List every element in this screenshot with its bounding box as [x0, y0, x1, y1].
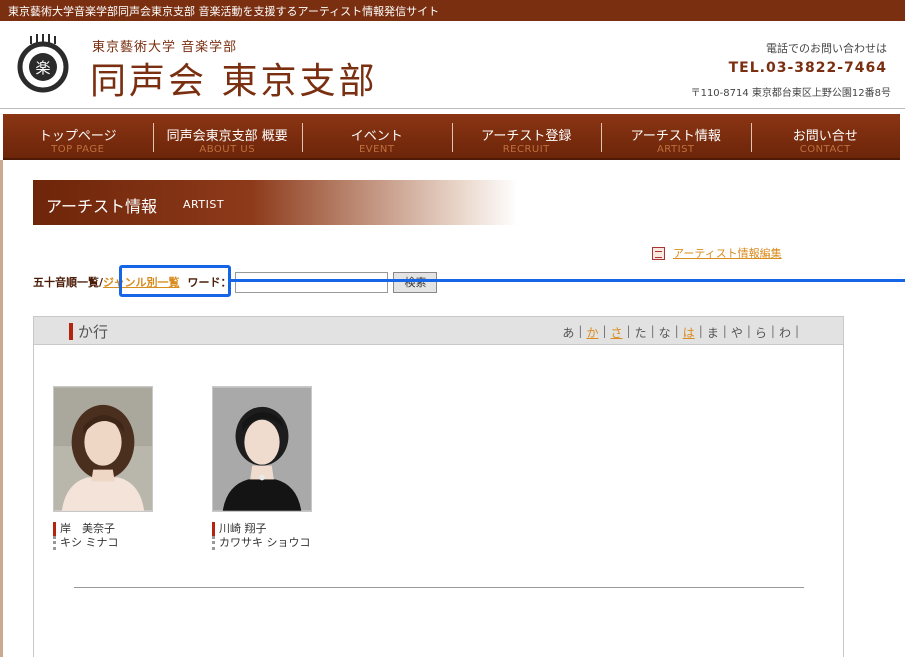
section-header: か行 あ | か | さ | た | な | は | ま | や | ら | わ |	[34, 317, 843, 345]
search-label: ワード：	[187, 276, 232, 289]
section-title: か行	[78, 323, 109, 341]
artist-photo[interactable]	[53, 386, 153, 512]
nav-sublabel: ARTIST	[656, 144, 695, 155]
kana-index-ma: ま	[706, 326, 719, 340]
section-marker	[69, 323, 73, 340]
nav-item-artist[interactable]: アーチスト情報 ARTIST	[601, 114, 751, 158]
contact-phone: TEL.03-3822-7464	[728, 60, 887, 76]
kana-index-na: な	[658, 326, 671, 340]
tab-kana-list[interactable]: 五十音順一覧	[33, 274, 99, 290]
nav-label: アーチスト登録	[481, 129, 572, 144]
nav-item-recruit[interactable]: アーチスト登録 RECRUIT	[451, 114, 602, 158]
kana-index: あ | か | さ | た | な | は | ま | や | ら | わ |	[562, 324, 799, 341]
divider	[74, 587, 804, 588]
contact-address: 〒110-8714 東京都台東区上野公園12番8号	[690, 88, 891, 99]
artist-name[interactable]: 川崎 翔子	[212, 522, 312, 536]
kana-index-ta: た	[634, 326, 647, 340]
page-title-ja: アーチスト情報	[46, 197, 158, 216]
nav-label: トップページ	[38, 129, 117, 144]
artist-edit-link[interactable]: アーティスト情報編集	[652, 245, 782, 261]
top-banner: 東京藝術大学音楽学部同声会東京支部 音楽活動を支援するアーティスト情報発信サイト	[0, 0, 905, 21]
nav-sublabel: RECRUIT	[502, 144, 550, 155]
nav-item-contact[interactable]: お問い合せ CONTACT	[750, 114, 901, 158]
nav-item-about[interactable]: 同声会東京支部 概要 ABOUT US	[152, 114, 303, 158]
search-button[interactable]: 検索	[393, 271, 438, 293]
artist-kana: カワサキ ショウコ	[212, 536, 312, 550]
kana-index-ra: ら	[754, 326, 767, 340]
results-panel: か行 あ | か | さ | た | な | は | ま | や | ら | わ | 岸 美奈子 キ…	[33, 316, 844, 657]
document-icon	[652, 246, 665, 260]
svg-text:楽: 楽	[35, 59, 50, 77]
logo-title[interactable]: 同声会 東京支部	[90, 52, 377, 104]
nav-label: お問い合せ	[792, 129, 858, 144]
page-title: アーチスト情報 ARTIST	[33, 180, 518, 225]
kana-index-wa: わ	[778, 326, 791, 340]
nav-label: イベント	[350, 129, 403, 144]
kana-index-sa[interactable]: さ	[611, 324, 623, 341]
site-tagline: 東京藝術大学音楽学部同声会東京支部 音楽活動を支援するアーティスト情報発信サイト	[8, 5, 440, 18]
nav-sublabel: ABOUT US	[199, 144, 256, 155]
artist-kana: キシ ミナコ	[53, 536, 153, 550]
left-border-stripe	[0, 160, 3, 657]
kana-index-ya: や	[730, 326, 743, 340]
nav-sublabel: EVENT	[358, 144, 395, 155]
kana-index-ha[interactable]: は	[683, 324, 695, 341]
main-nav: トップページ TOP PAGE 同声会東京支部 概要 ABOUT US イベント…	[3, 114, 900, 160]
nav-item-event[interactable]: イベント EVENT	[302, 114, 452, 158]
search-bar: 五十音順一覧 / ジャンル別一覧 ワード： 検索	[33, 270, 438, 294]
kana-index-ka[interactable]: か	[586, 324, 598, 341]
nav-sublabel: CONTACT	[799, 144, 851, 155]
artist-card: 岸 美奈子 キシ ミナコ	[53, 386, 153, 550]
nav-item-top[interactable]: トップページ TOP PAGE	[3, 114, 153, 158]
nav-label: 同声会東京支部 概要	[166, 129, 288, 144]
artist-edit-label: アーティスト情報編集	[673, 247, 782, 260]
contact-lead: 電話でのお問い合わせは	[766, 42, 887, 55]
nav-label: アーチスト情報	[630, 129, 721, 144]
artist-card: 川崎 翔子 カワサキ ショウコ	[212, 386, 312, 550]
artist-photo[interactable]	[212, 386, 312, 512]
nav-sublabel: TOP PAGE	[51, 144, 105, 155]
search-input[interactable]	[235, 271, 389, 293]
artist-name[interactable]: 岸 美奈子	[53, 522, 153, 536]
page-title-en: ARTIST	[183, 198, 225, 211]
kana-index-a: あ	[562, 326, 575, 340]
tab-genre-list[interactable]: ジャンル別一覧	[103, 274, 179, 290]
logo-emblem-icon[interactable]: 楽	[12, 34, 74, 96]
